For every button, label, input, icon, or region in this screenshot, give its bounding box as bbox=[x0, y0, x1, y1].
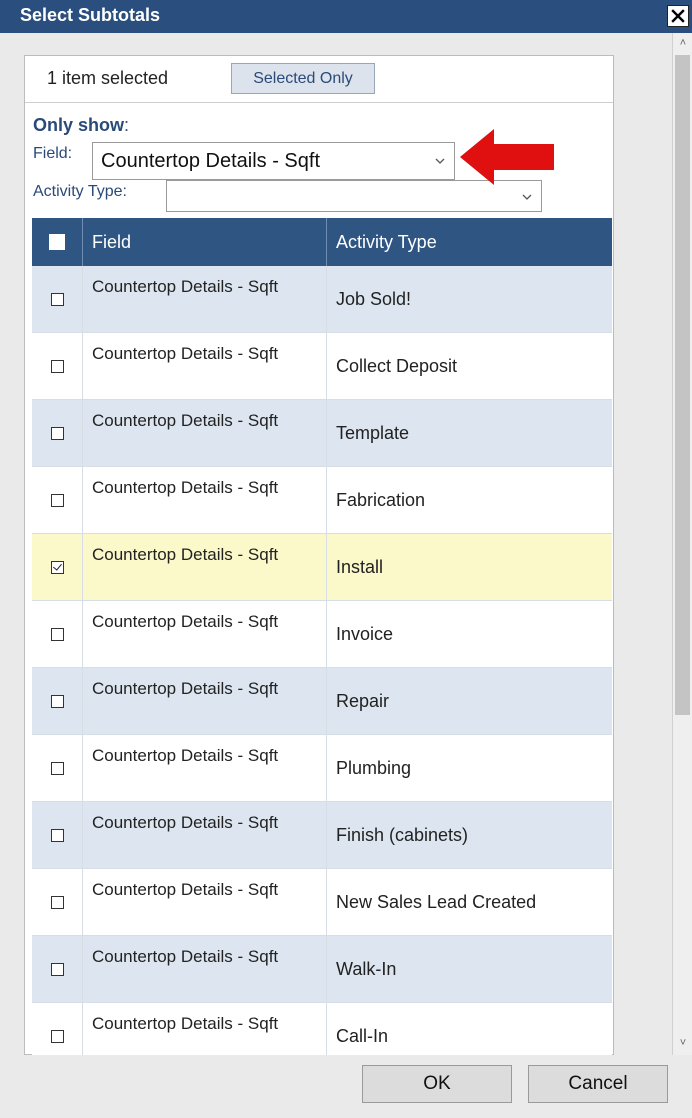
red-arrow-icon bbox=[460, 129, 554, 185]
scroll-down-icon[interactable]: ˅ bbox=[673, 1037, 692, 1051]
close-button[interactable] bbox=[667, 5, 689, 27]
table-header: Field Activity Type bbox=[32, 218, 612, 266]
row-checkbox-cell[interactable] bbox=[32, 668, 83, 734]
only-show-text: Only show bbox=[33, 115, 125, 135]
row-field: Countertop Details - Sqft bbox=[83, 333, 327, 399]
row-field: Countertop Details - Sqft bbox=[83, 936, 327, 1002]
row-activity-type: Template bbox=[336, 422, 410, 443]
row-activity-type: Job Sold! bbox=[336, 288, 412, 309]
only-show-heading: Only show: bbox=[33, 115, 129, 136]
row-checkbox-cell[interactable] bbox=[32, 601, 83, 667]
row-checkbox-cell[interactable] bbox=[32, 534, 83, 600]
subtotals-table: Field Activity Type Countertop Details -… bbox=[32, 218, 612, 1070]
row-field: Countertop Details - Sqft bbox=[83, 400, 327, 466]
row-field: Countertop Details - Sqft bbox=[83, 668, 327, 734]
ok-button[interactable]: OK bbox=[362, 1065, 512, 1103]
chevron-down-icon bbox=[522, 194, 532, 200]
selected-count: 1 item selected bbox=[47, 68, 169, 88]
row-checkbox[interactable] bbox=[50, 761, 64, 775]
field-select[interactable]: Countertop Details - Sqft bbox=[92, 142, 455, 180]
row-activity-type: New Sales Lead Created bbox=[336, 891, 537, 912]
row-activity-type: Collect Deposit bbox=[336, 355, 458, 376]
table-body: Countertop Details - Sqft Job Sold! Counte… bbox=[32, 266, 612, 1070]
scroll-thumb[interactable] bbox=[675, 55, 690, 715]
row-activity-type: Finish (cabinets) bbox=[336, 824, 469, 845]
selected-only-button[interactable]: Selected Only bbox=[231, 63, 375, 94]
table-row[interactable]: Countertop Details - Sqft Plumbing bbox=[32, 735, 612, 802]
row-checkbox-cell[interactable] bbox=[32, 802, 83, 868]
row-checkbox[interactable] bbox=[50, 627, 64, 641]
table-row[interactable]: Countertop Details - Sqft Walk-In bbox=[32, 936, 612, 1003]
row-checkbox-cell[interactable] bbox=[32, 936, 83, 1002]
row-checkbox-cell[interactable] bbox=[32, 869, 83, 935]
row-checkbox[interactable] bbox=[50, 895, 64, 909]
row-checkbox[interactable] bbox=[50, 560, 64, 574]
divider bbox=[25, 102, 613, 103]
table-row[interactable]: Countertop Details - Sqft Collect Deposit bbox=[32, 333, 612, 400]
row-checkbox[interactable] bbox=[50, 828, 64, 842]
row-activity-type: Repair bbox=[336, 690, 390, 711]
row-field: Countertop Details - Sqft bbox=[83, 802, 327, 868]
row-checkbox-cell[interactable] bbox=[32, 467, 83, 533]
header-field[interactable]: Field bbox=[83, 218, 327, 266]
field-label: Field: bbox=[33, 145, 73, 162]
row-checkbox-cell[interactable] bbox=[32, 333, 83, 399]
row-checkbox-cell[interactable] bbox=[32, 735, 83, 801]
row-checkbox-cell[interactable] bbox=[32, 266, 83, 332]
table-row[interactable]: Countertop Details - Sqft Finish (cabinet… bbox=[32, 802, 612, 869]
row-checkbox[interactable] bbox=[50, 1029, 64, 1043]
row-checkbox[interactable] bbox=[50, 292, 64, 306]
row-activity-type: Fabrication bbox=[336, 489, 426, 510]
row-checkbox[interactable] bbox=[50, 694, 64, 708]
table-row[interactable]: Countertop Details - Sqft Fabrication bbox=[32, 467, 612, 534]
activity-type-label: Activity Type: bbox=[33, 183, 127, 200]
row-field: Countertop Details - Sqft bbox=[83, 601, 327, 667]
table-row[interactable]: Countertop Details - Sqft Template bbox=[32, 400, 612, 467]
table-row[interactable]: Countertop Details - Sqft Invoice bbox=[32, 601, 612, 668]
chevron-down-icon bbox=[435, 158, 445, 164]
row-field: Countertop Details - Sqft bbox=[83, 869, 327, 935]
table-row[interactable]: Countertop Details - Sqft Repair bbox=[32, 668, 612, 735]
row-field: Countertop Details - Sqft bbox=[83, 534, 327, 600]
row-field: Countertop Details - Sqft bbox=[83, 266, 327, 332]
row-checkbox[interactable] bbox=[50, 359, 64, 373]
select-all-box bbox=[49, 234, 65, 250]
row-activity-type: Plumbing bbox=[336, 757, 412, 778]
table-row[interactable]: Countertop Details - Sqft New Sales Lead … bbox=[32, 869, 612, 936]
dialog-title: Select Subtotals bbox=[20, 5, 161, 25]
row-checkbox[interactable] bbox=[50, 426, 64, 440]
cancel-button[interactable]: Cancel bbox=[528, 1065, 668, 1103]
row-field: Countertop Details - Sqft bbox=[83, 735, 327, 801]
dialog-titlebar: Select Subtotals bbox=[0, 0, 692, 33]
scroll-up-icon[interactable]: ˄ bbox=[673, 37, 692, 51]
row-activity-type: Install bbox=[336, 556, 384, 577]
dialog-footer: OK Cancel bbox=[0, 1055, 672, 1118]
table-row[interactable]: Countertop Details - Sqft Job Sold! bbox=[32, 266, 612, 333]
select-all-checkbox[interactable] bbox=[32, 218, 83, 266]
only-show-colon: : bbox=[124, 115, 130, 135]
row-field: Countertop Details - Sqft bbox=[83, 467, 327, 533]
row-activity-type: Walk-In bbox=[336, 958, 397, 979]
row-checkbox-cell[interactable] bbox=[32, 400, 83, 466]
field-select-value: Countertop Details - Sqft bbox=[101, 150, 320, 172]
header-activity-type[interactable]: Activity Type bbox=[327, 218, 612, 266]
table-row[interactable]: Countertop Details - Sqft Install bbox=[32, 534, 612, 601]
row-checkbox[interactable] bbox=[50, 493, 64, 507]
vertical-scrollbar[interactable]: ˄ ˅ bbox=[672, 33, 692, 1055]
row-activity-type: Invoice bbox=[336, 623, 394, 644]
row-checkbox[interactable] bbox=[50, 962, 64, 976]
close-icon bbox=[671, 9, 685, 23]
